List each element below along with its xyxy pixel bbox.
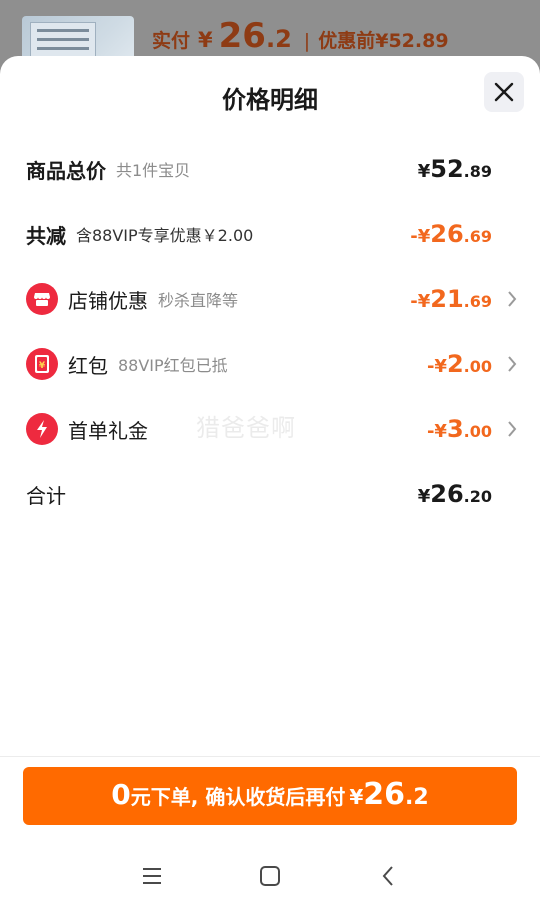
amount-dec: .00	[463, 357, 492, 376]
row-amount: ¥ 26 .20	[418, 480, 492, 508]
close-button[interactable]	[484, 72, 524, 112]
row-red-packet[interactable]: ¥ 红包 88VIP红包已抵 -¥ 2 .00	[26, 346, 517, 382]
back-icon	[382, 866, 393, 886]
amount-currency: -¥	[410, 291, 431, 312]
row-amount: -¥ 3 .00	[427, 415, 492, 443]
amount-int: 2	[446, 350, 464, 378]
shop-icon	[26, 283, 58, 315]
amount-currency: ¥	[417, 486, 431, 507]
menu-icon	[143, 868, 161, 884]
row-sub: 含88VIP专享优惠￥2.00	[76, 226, 254, 245]
price-separator: |	[303, 30, 311, 52]
amount-int: 26	[430, 220, 464, 248]
row-label: 红包	[68, 353, 108, 378]
pay-text: 元下单, 确认收货后再付	[130, 785, 346, 809]
amount-currency: -¥	[426, 356, 447, 377]
amount-dec: .69	[463, 227, 492, 246]
row-label: 首单礼金	[68, 418, 148, 443]
amount-dec: .20	[463, 487, 492, 506]
row-amount: -¥ 2 .00	[427, 350, 492, 378]
close-icon	[494, 82, 514, 102]
row-amount: -¥ 26 .69	[410, 220, 492, 248]
original-price: ¥52.89	[375, 30, 449, 52]
amount-int: 3	[446, 415, 464, 443]
nav-home-button[interactable]	[250, 856, 290, 896]
lightning-icon	[26, 413, 58, 445]
home-icon	[260, 866, 280, 886]
divider	[0, 756, 540, 757]
svg-text:¥: ¥	[39, 361, 46, 371]
row-sub: 秒杀直降等	[158, 291, 239, 310]
amount-int: 21	[430, 285, 464, 313]
chevron-right-icon	[508, 421, 517, 437]
amount-dec: .00	[463, 422, 492, 441]
red-packet-icon: ¥	[26, 348, 58, 380]
row-label: 商品总价	[26, 158, 106, 183]
original-label: 优惠前	[318, 30, 376, 52]
sheet-title: 价格明细	[222, 86, 318, 114]
row-label: 共减	[26, 223, 66, 248]
row-sub: 共1件宝贝	[116, 161, 191, 180]
amount-currency: -¥	[410, 226, 431, 247]
amount-int: 26	[430, 480, 464, 508]
row-shop-discount[interactable]: 店铺优惠 秒杀直降等 -¥ 21 .69	[26, 281, 517, 317]
amount-currency: -¥	[426, 421, 447, 442]
row-total-discount: 共减 含88VIP专享优惠￥2.00 -¥ 26 .69	[26, 216, 492, 252]
row-amount: -¥ 21 .69	[410, 285, 492, 313]
pay-currency: ¥	[349, 785, 364, 809]
amount-int: 52	[430, 155, 464, 183]
amount-currency: ¥	[417, 161, 431, 182]
pay-zero: 0	[111, 778, 131, 811]
row-grand-total: 合计 ¥ 26 .20	[26, 476, 492, 512]
amount-dec: .89	[463, 162, 492, 181]
chevron-right-icon	[508, 356, 517, 372]
system-navbar	[0, 846, 540, 906]
background-price: 实付 ¥ 26 .2 | 优惠前 ¥52.89	[152, 16, 449, 56]
price-dec: .2	[265, 25, 292, 53]
nav-back-button[interactable]	[368, 856, 408, 896]
price-detail-sheet: 价格明细 商品总价 共1件宝贝 ¥ 52 .89 共减 含88VIP专享优惠￥2…	[0, 56, 540, 910]
price-currency: ¥	[198, 28, 213, 52]
chevron-right-icon	[508, 291, 517, 307]
amount-dec: .69	[463, 292, 492, 311]
row-goods-total: 商品总价 共1件宝贝 ¥ 52 .89	[26, 151, 492, 187]
row-sub: 88VIP红包已抵	[118, 356, 228, 375]
price-label: 实付	[152, 30, 191, 52]
pay-int: 26	[363, 777, 406, 812]
order-button[interactable]: 0 元下单, 确认收货后再付 ¥ 26 .2	[23, 767, 517, 825]
nav-menu-button[interactable]	[132, 856, 172, 896]
watermark: 猎爸爸啊	[196, 414, 296, 442]
pay-dec: .2	[405, 785, 429, 810]
row-label: 合计	[26, 483, 66, 508]
row-label: 店铺优惠	[68, 288, 148, 313]
row-amount: ¥ 52 .89	[418, 155, 492, 183]
price-int: 26	[218, 16, 266, 56]
